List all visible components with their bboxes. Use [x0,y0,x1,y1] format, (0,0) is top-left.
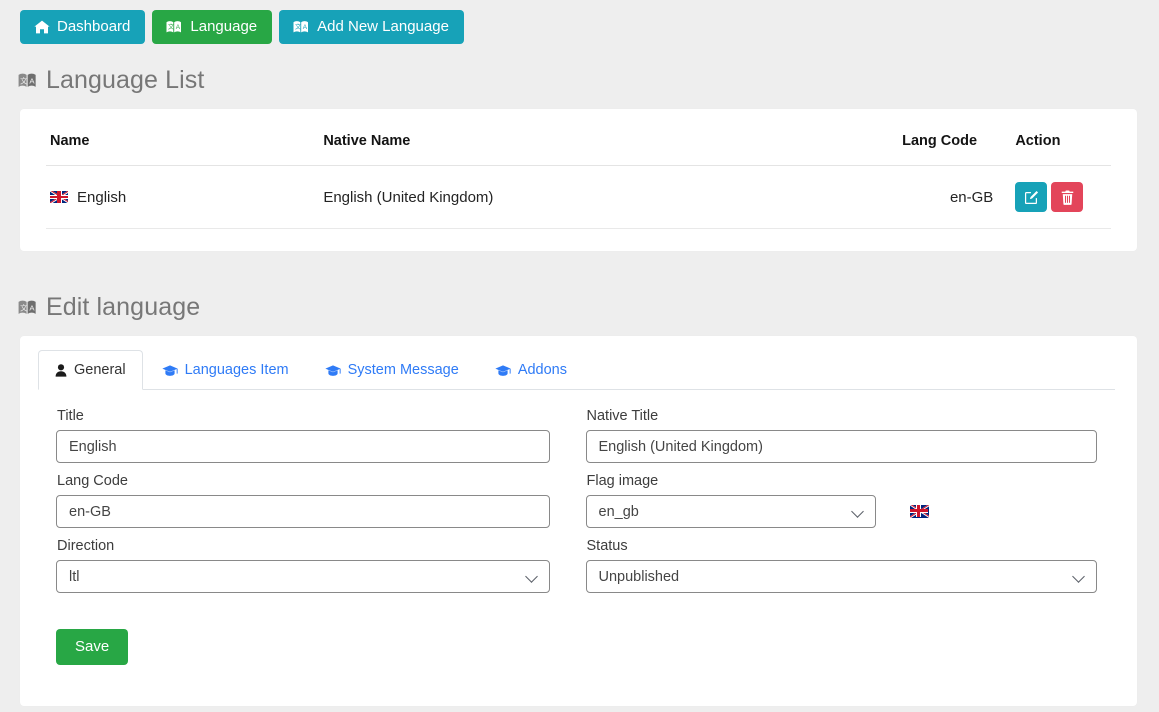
uk-flag-icon [909,504,929,518]
form-row-titles: Title Native Title [56,408,1115,463]
trash-icon [1061,189,1074,205]
row-name-label: English [77,188,127,206]
language-button[interactable]: 文 A Language [152,10,273,44]
lang-code-input[interactable] [56,495,550,528]
field-group-flag-image: Flag image en_gb [585,473,1116,528]
home-icon [34,20,50,34]
language-book-icon: 文 A [293,20,310,34]
graduation-cap-icon [161,364,178,377]
cell-native-name: English (United Kingdom) [319,165,903,229]
edit-language-button[interactable] [1015,182,1048,212]
language-book-icon: 文 A [166,20,183,34]
tab-general[interactable]: General [38,350,143,390]
form-row-code-flag: Lang Code Flag image en_gb [56,473,1115,528]
table-header-row: Name Native Name Lang Code Action [46,127,1111,166]
edit-pencil-icon [1024,190,1039,205]
field-group-status: Status Unpublished [585,538,1116,593]
form-row-direction-status: Direction ltl Status Unpublished [56,538,1115,593]
field-group-lang-code: Lang Code [56,473,586,528]
cell-name: English [46,165,320,229]
native-title-label: Native Title [586,408,659,424]
graduation-cap-icon [324,364,341,377]
tab-system-message[interactable]: System Message [308,350,476,390]
svg-text:A: A [176,24,181,31]
title-input[interactable] [56,430,550,463]
edit-language-heading: 文 A Edit language [18,293,1159,322]
svg-text:文: 文 [20,303,28,312]
svg-text:文: 文 [20,76,28,85]
edit-language-heading-label: Edit language [46,293,201,321]
tab-system-message-label: System Message [347,362,459,378]
flag-image-select[interactable]: en_gb [585,495,876,528]
add-new-language-button-label: Add New Language [317,18,449,35]
direction-select-wrapper: ltl [56,560,550,593]
cell-action [1011,165,1111,229]
svg-text:A: A [29,76,35,85]
delete-language-button[interactable] [1051,182,1084,212]
language-book-icon: 文 A [18,72,38,89]
column-header-native-name: Native Name [319,127,903,166]
user-icon [55,363,67,377]
general-tab-panel: Title Native Title Lang Code Flag image … [20,390,1137,593]
svg-text:文: 文 [295,23,301,31]
tab-languages-item[interactable]: Languages Item [145,350,306,390]
column-header-name: Name [46,127,320,166]
field-group-native-title: Native Title [585,408,1116,463]
status-select[interactable]: Unpublished [585,560,1097,593]
field-group-title: Title [56,408,586,463]
top-toolbar: Dashboard 文 A Language 文 A Add New Langu… [0,0,1159,44]
flag-image-label: Flag image [586,473,659,489]
table-row: English English (United Kingdom) en-GB [46,165,1111,229]
svg-text:A: A [29,303,35,312]
tab-languages-item-label: Languages Item [184,362,289,378]
direction-label: Direction [57,538,115,554]
direction-select[interactable]: ltl [56,560,550,593]
title-label: Title [57,408,84,424]
status-label: Status [586,538,628,554]
save-button[interactable]: Save [56,629,129,665]
dashboard-button[interactable]: Dashboard [20,10,146,44]
language-list-heading: 文 A Language List [18,66,1159,95]
native-title-input[interactable] [585,430,1097,463]
edit-language-tabs: General Languages Item System Message Ad… [38,336,1115,390]
tab-addons[interactable]: Addons [478,350,584,390]
form-actions: Save [20,603,1137,665]
field-group-direction: Direction ltl [56,538,586,593]
column-header-lang-code: Lang Code [902,127,1012,166]
graduation-cap-icon [495,364,511,377]
edit-language-card: General Languages Item System Message Ad… [20,336,1137,706]
flag-preview [909,504,929,521]
flag-image-select-wrapper: en_gb [585,495,876,528]
svg-text:文: 文 [168,23,174,31]
language-table: Name Native Name Lang Code Action Englis… [46,127,1111,229]
svg-text:A: A [303,24,308,31]
dashboard-button-label: Dashboard [57,18,131,35]
add-new-language-button[interactable]: 文 A Add New Language [279,10,464,44]
lang-code-label: Lang Code [57,473,128,489]
tab-addons-label: Addons [517,362,567,378]
cell-lang-code: en-GB [902,165,1012,229]
column-header-action: Action [1011,127,1111,166]
language-book-icon: 文 A [18,299,38,316]
uk-flag-icon [50,191,68,203]
language-list-heading-label: Language List [46,66,205,94]
language-list-card: Name Native Name Lang Code Action Englis… [20,109,1137,251]
tab-general-label: General [74,362,126,378]
status-select-wrapper: Unpublished [585,560,1097,593]
language-button-label: Language [190,18,258,35]
